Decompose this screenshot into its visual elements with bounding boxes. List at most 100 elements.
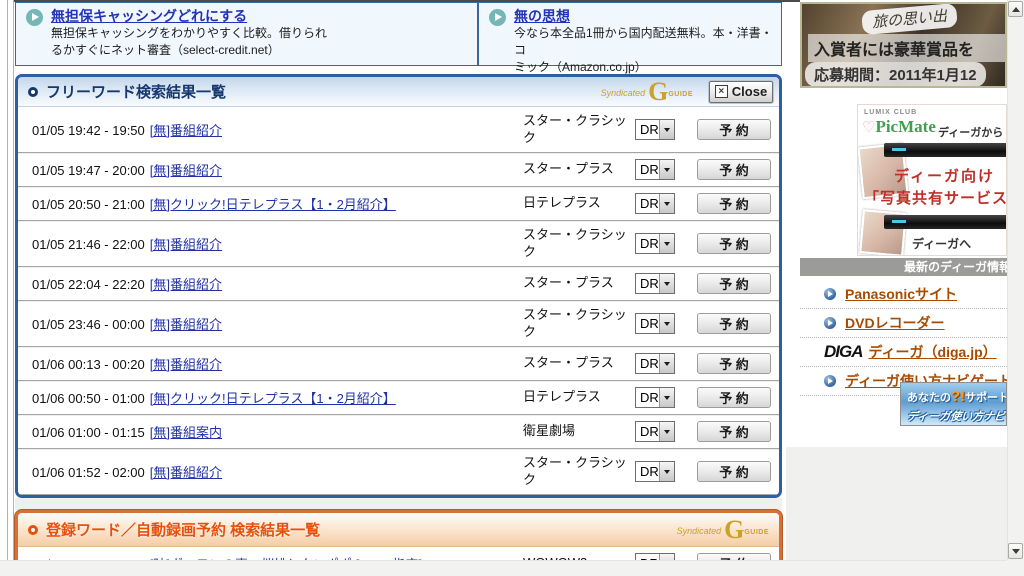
chevron-down-icon[interactable] — [659, 462, 674, 481]
program-title-link[interactable]: [無]番組紹介 — [150, 123, 222, 138]
scroll-up-button[interactable] — [1008, 1, 1023, 17]
reserve-button[interactable]: 予 約 — [697, 461, 771, 482]
program-title-link[interactable]: [無]番組紹介 — [150, 465, 222, 480]
chevron-down-icon[interactable] — [659, 354, 674, 373]
freeword-panel-title: フリーワード検索結果一覧 — [46, 84, 227, 101]
quality-select[interactable]: DR — [635, 421, 675, 442]
chevron-down-icon[interactable] — [659, 314, 674, 333]
freeword-results-panel: フリーワード検索結果一覧 Syndicated G GUIDE × Close … — [15, 74, 782, 498]
reserve-button[interactable]: 予 約 — [697, 119, 771, 140]
quality-select[interactable]: DR — [635, 387, 675, 408]
gguide-logo: Syndicated G GUIDE — [601, 78, 693, 104]
quality-select[interactable]: DR — [635, 313, 675, 334]
quality-select[interactable]: DR — [635, 273, 675, 294]
chevron-down-icon[interactable] — [659, 160, 674, 179]
sidebar-link-item: DVDレコーダー — [800, 309, 1007, 338]
close-label: Close — [731, 84, 768, 99]
program-title-link[interactable]: [無]クリック!日テレプラス【1・2月紹介】 — [150, 391, 396, 406]
vertical-scrollbar[interactable] — [1007, 0, 1024, 560]
program-title-link[interactable]: [無]番組案内 — [150, 425, 222, 440]
quality-select[interactable]: DR — [635, 353, 675, 374]
reserve-button[interactable]: 予 約 — [697, 313, 771, 334]
quality-cell: DR — [635, 313, 687, 334]
reserve-button[interactable]: 予 約 — [697, 387, 771, 408]
table-row: 01/05 23:46 - 00:00 [無]番組紹介 スター・クラシック DR … — [18, 301, 779, 347]
sidebar-link-item: DIGA ディーガ（diga.jp） — [800, 338, 1007, 367]
program-title-link[interactable]: [無]番組紹介 — [150, 317, 222, 332]
registered-panel-title: 登録ワード／自動録画予約 検索結果一覧 — [46, 522, 321, 539]
program-cell: 01/05 22:04 - 22:20 [無]番組紹介 — [32, 274, 523, 293]
support-banner-mark: ?! — [951, 388, 966, 405]
diga-logo: DIGA — [824, 342, 863, 361]
sidebar-link[interactable]: ディーガ（diga.jp） — [869, 342, 997, 362]
channel-name: スター・クラシック — [523, 226, 627, 259]
reserve-button[interactable]: 予 約 — [697, 421, 771, 442]
support-banner-text: あなたの — [907, 392, 951, 404]
program-time: 01/05 22:04 - 22:20 — [32, 277, 145, 292]
sidebar-link[interactable]: DVDレコーダー — [845, 313, 945, 333]
program-time: 01/06 01:00 - 01:15 — [32, 425, 145, 440]
chevron-down-icon[interactable] — [659, 234, 674, 253]
program-title-link[interactable]: [無]番組紹介 — [150, 277, 222, 292]
program-cell: 01/05 23:46 - 00:00 [無]番組紹介 — [32, 314, 523, 333]
quality-cell: DR — [635, 461, 687, 482]
program-title-link[interactable]: [無]番組紹介 — [150, 237, 222, 252]
picmate-footer-text: ディーガへ — [912, 237, 972, 251]
quality-select[interactable]: DR — [635, 233, 675, 254]
chevron-down-icon[interactable] — [659, 274, 674, 293]
program-title-link[interactable]: [無]番組紹介 — [150, 357, 222, 372]
ad-desc-line: ミック（Amazon.co.jp） — [514, 59, 647, 74]
quality-value: DR — [640, 196, 659, 211]
ad-link-amazon[interactable]: 無の思想 — [514, 8, 773, 25]
chevron-down-icon[interactable] — [659, 422, 674, 441]
quality-cell: DR — [635, 421, 687, 442]
play-icon — [824, 375, 836, 387]
quality-select[interactable]: DR — [635, 159, 675, 180]
support-banner[interactable]: あなたの?!サポート ディーガ使い方ナビ — [900, 382, 1007, 426]
top-ad-row: 無担保キャッシングどれにする 無担保キャッシングをわかりやすく比較。借りられ る… — [15, 2, 782, 74]
travel-campaign-banner[interactable]: 旅の思い出 入賞者には豪華賞品を 応募期間：2011年1月12 — [800, 2, 1007, 88]
sidebar-empty-area — [786, 447, 1007, 560]
chevron-down-icon[interactable] — [659, 194, 674, 213]
horizontal-scrollbar[interactable] — [0, 560, 1007, 576]
reserve-button[interactable]: 予 約 — [697, 193, 771, 214]
gguide-syndicated-text: Syndicated — [676, 525, 722, 536]
program-time: 01/05 21:46 - 22:00 — [32, 237, 145, 252]
scroll-down-button[interactable] — [1008, 543, 1023, 559]
ad-link-credit[interactable]: 無担保キャッシングどれにする — [51, 8, 327, 25]
quality-select[interactable]: DR — [635, 461, 675, 482]
quality-select[interactable]: DR — [635, 119, 675, 140]
sidebar-link-item: Panasonicサイト — [800, 280, 1007, 309]
travel-banner-prize-text: 入賞者には豪華賞品を — [808, 34, 1005, 62]
program-title-link[interactable]: [無]番組紹介 — [150, 163, 222, 178]
bullet-icon — [28, 86, 38, 97]
chevron-down-icon[interactable] — [659, 388, 674, 407]
play-icon — [824, 288, 836, 300]
quality-value: DR — [640, 356, 659, 371]
quality-select[interactable]: DR — [635, 193, 675, 214]
sidebar-links: Panasonicサイト DVDレコーダー DIGA ディーガ（diga.jp） ディー… — [800, 280, 1007, 396]
quality-cell: DR — [635, 273, 687, 294]
program-time: 01/05 19:47 - 20:00 — [32, 163, 145, 178]
chevron-down-icon[interactable] — [659, 120, 674, 139]
reserve-cell: 予 約 — [687, 193, 771, 214]
ad-desc-line: 無担保キャッシングをわかりやすく比較。借りられ — [51, 26, 328, 40]
diga-recorder-image — [884, 143, 1006, 157]
reserve-button[interactable]: 予 約 — [697, 353, 771, 374]
program-title-link[interactable]: [無]クリック!日テレプラス【1・2月紹介】 — [150, 197, 396, 212]
program-cell: 01/05 19:47 - 20:00 [無]番組紹介 — [32, 160, 523, 179]
sidebar-link[interactable]: Panasonicサイト — [845, 284, 957, 304]
play-icon — [489, 9, 506, 26]
close-button[interactable]: × Close — [708, 79, 774, 104]
reserve-button[interactable]: 予 約 — [697, 159, 771, 180]
reserve-button[interactable]: 予 約 — [697, 233, 771, 254]
support-banner-subtext: ディーガ使い方ナビ — [906, 411, 1006, 423]
quality-value: DR — [640, 236, 659, 251]
reserve-button[interactable]: 予 約 — [697, 273, 771, 294]
channel-name: スター・クラシック — [523, 306, 627, 339]
quality-value: DR — [640, 464, 659, 479]
table-row: 01/05 19:47 - 20:00 [無]番組紹介 スター・プラス DR 予 … — [18, 153, 779, 187]
left-frame-line-inner — [13, 0, 14, 560]
quality-cell: DR — [635, 159, 687, 180]
picmate-ad-banner[interactable]: LUMIX CLUB ♡PicMate ディーガから ディーガ向け 「写真共有サ… — [857, 104, 1007, 256]
